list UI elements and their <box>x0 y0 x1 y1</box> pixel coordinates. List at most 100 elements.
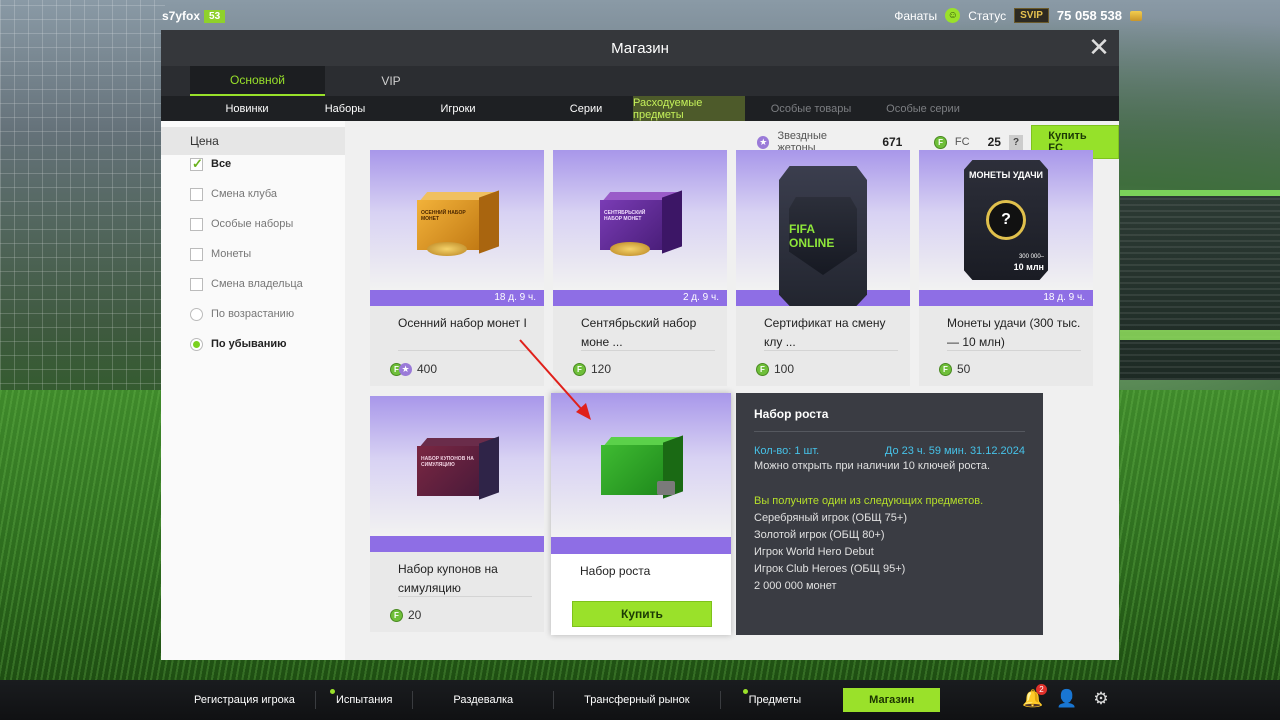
item-title: Монеты удачи (300 тыс. — 10 млн) <box>947 316 1081 349</box>
item-price: F 100 <box>756 362 794 376</box>
shop-item-card[interactable]: НАБОР КУПОНОВ НА СИМУЛЯЦИЮ Набор купонов… <box>370 396 544 632</box>
user-info[interactable]: s7yfox 53 <box>162 9 226 23</box>
nav-locker-room[interactable]: Раздевалка <box>413 680 553 720</box>
nav-label: Предметы <box>748 694 802 706</box>
filter-label: Смена клуба <box>211 188 278 200</box>
filter-coins[interactable]: Монеты <box>161 239 345 269</box>
nav-shop[interactable]: Магазин <box>843 688 941 712</box>
fc-icon: F <box>756 362 769 376</box>
price-value: 400 <box>417 362 438 376</box>
item-timer <box>551 537 731 554</box>
fc-icon: F <box>939 362 952 376</box>
filter-club-change[interactable]: Смена клуба <box>161 179 345 209</box>
bottom-nav: Регистрация игрока Испытания Раздевалка … <box>0 680 1280 720</box>
radio-icon[interactable] <box>190 307 203 321</box>
profile-icon[interactable]: 👤 <box>1056 688 1078 710</box>
tooltip-item: 2 000 000 монет <box>754 580 837 592</box>
lock-icon <box>657 481 675 495</box>
tab-players[interactable]: Игроки <box>377 96 539 121</box>
nav-label: Испытания <box>335 694 393 706</box>
shop-item-card-selected[interactable]: Набор роста Купить <box>551 393 731 635</box>
coin-pack-image: СЕНТЯБРЬСКИЙ НАБОР МОНЕТ <box>600 190 682 256</box>
filter-label: Смена владельца <box>211 278 303 290</box>
nav-challenges[interactable]: Испытания <box>316 680 412 720</box>
nav-transfer-market[interactable]: Трансферный рынок <box>554 680 719 720</box>
tooltip-item: Игрок World Hero Debut <box>754 546 874 558</box>
coupon-pack-image: НАБОР КУПОНОВ НА СИМУЛЯЦИЮ <box>417 436 499 500</box>
status-badge[interactable]: SVIP <box>1014 8 1049 23</box>
tab-consumables[interactable]: Расходуемые предметы <box>633 96 745 121</box>
item-timer: 18 д. 9 ч. <box>919 290 1093 306</box>
radio-icon[interactable] <box>190 337 203 351</box>
tab-new[interactable]: Новинки <box>181 96 313 121</box>
status-label: Статус <box>968 8 1007 23</box>
item-image: МОНЕТЫ УДАЧИ ? 300 000– 10 млн <box>919 150 1093 290</box>
main-tabs: Основной VIP <box>161 66 1119 96</box>
fc-label: FC <box>954 136 970 148</box>
gear-icon[interactable]: ⚙ <box>1090 688 1112 710</box>
checkbox-icon[interactable] <box>190 187 203 201</box>
bell-icon[interactable]: 🔔 2 <box>1022 684 1047 710</box>
shop-item-card[interactable]: FIFA ONLINE Сертификат на смену клу ... … <box>736 150 910 386</box>
goal-net <box>0 0 165 440</box>
shield-icon: FIFA ONLINE <box>789 197 857 275</box>
luck-coins-image: МОНЕТЫ УДАЧИ ? 300 000– 10 млн <box>964 160 1048 280</box>
item-timer <box>370 536 544 552</box>
fc-icon: F <box>934 135 947 149</box>
shop-item-card[interactable]: МОНЕТЫ УДАЧИ ? 300 000– 10 млн 18 д. 9 ч… <box>919 150 1093 386</box>
certificate-image: FIFA ONLINE <box>779 166 867 306</box>
price-value: 20 <box>408 608 422 622</box>
top-right-info: Фанаты ☺ Статус SVIP 75 058 538 <box>894 8 1142 23</box>
pack-art-amount: 10 млн <box>1013 262 1044 272</box>
item-timer: 18 д. 9 ч. <box>370 290 544 306</box>
username: s7yfox <box>162 9 201 23</box>
checkbox-icon[interactable] <box>190 277 203 291</box>
item-title: Набор роста <box>580 564 651 578</box>
nav-items[interactable]: Предметы <box>721 680 830 720</box>
smile-icon[interactable]: ☺ <box>945 8 961 23</box>
tooltip-item: Золотой игрок (ОБЩ 80+) <box>754 529 885 541</box>
fc-icon: F <box>390 608 403 622</box>
shop-item-card[interactable]: ОСЕННИЙ НАБОР МОНЕТ 18 д. 9 ч. Осенний н… <box>370 150 544 386</box>
panel-header: Магазин ✕ <box>161 30 1119 66</box>
close-icon[interactable]: ✕ <box>1087 34 1111 60</box>
panel-title: Магазин <box>611 39 669 57</box>
coin-pack-image: ОСЕННИЙ НАБОР МОНЕТ <box>417 190 499 256</box>
sort-ascending[interactable]: По возрастанию <box>161 299 345 329</box>
pack-art-text: СЕНТЯБРЬСКИЙ НАБОР МОНЕТ <box>604 210 646 222</box>
buy-button[interactable]: Купить <box>572 601 712 627</box>
fc-icon: F <box>573 362 586 376</box>
help-button[interactable]: ? <box>1008 134 1024 150</box>
bottom-icons: 🔔 2 👤 ⚙ <box>1022 684 1112 710</box>
notification-dot <box>329 689 335 694</box>
notification-badge: 2 <box>1036 684 1047 695</box>
tab-special-series[interactable]: Особые серии <box>877 96 969 121</box>
tab-series[interactable]: Серии <box>539 96 633 121</box>
nav-player-registration[interactable]: Регистрация игрока <box>174 680 315 720</box>
filter-owner-change[interactable]: Смена владельца <box>161 269 345 299</box>
checkbox-icon[interactable] <box>190 247 203 261</box>
tooltip-expiry: До 23 ч. 59 мин. 31.12.2024 <box>884 445 1025 457</box>
tab-special-items[interactable]: Особые товары <box>745 96 877 121</box>
shop-item-card[interactable]: СЕНТЯБРЬСКИЙ НАБОР МОНЕТ 2 д. 9 ч. Сентя… <box>553 150 727 386</box>
sub-tabs: Новинки Наборы Игроки Серии Расходуемые … <box>161 96 1119 121</box>
shop-panel: Магазин ✕ Основной VIP Новинки Наборы Иг… <box>161 30 1119 660</box>
checkbox-icon[interactable] <box>190 217 203 231</box>
coins-icon <box>1130 10 1142 21</box>
sort-descending[interactable]: По убыванию <box>161 329 345 359</box>
checkbox-icon[interactable] <box>190 156 203 172</box>
filter-special-packs[interactable]: Особые наборы <box>161 209 345 239</box>
tooltip-note: Можно открыть при наличии 10 ключей рост… <box>754 460 991 472</box>
item-image: НАБОР КУПОНОВ НА СИМУЛЯЦИЮ <box>370 396 544 536</box>
tooltip-receive: Вы получите один из следующих предметов. <box>754 495 984 507</box>
fans-label: Фанаты <box>894 8 938 23</box>
price-value: 50 <box>957 362 971 376</box>
tab-main[interactable]: Основной <box>190 66 325 96</box>
item-timer: 2 д. 9 ч. <box>553 290 727 306</box>
item-tooltip: Набор роста Кол-во: 1 шт. До 23 ч. 59 ми… <box>736 393 1043 635</box>
tab-vip[interactable]: VIP <box>325 66 457 96</box>
item-price: F ★ 400 <box>390 362 437 376</box>
growth-pack-image <box>601 435 683 499</box>
tab-packs[interactable]: Наборы <box>313 96 377 121</box>
top-status-bar: s7yfox 53 Фанаты ☺ Статус SVIP 75 058 53… <box>0 0 1280 32</box>
